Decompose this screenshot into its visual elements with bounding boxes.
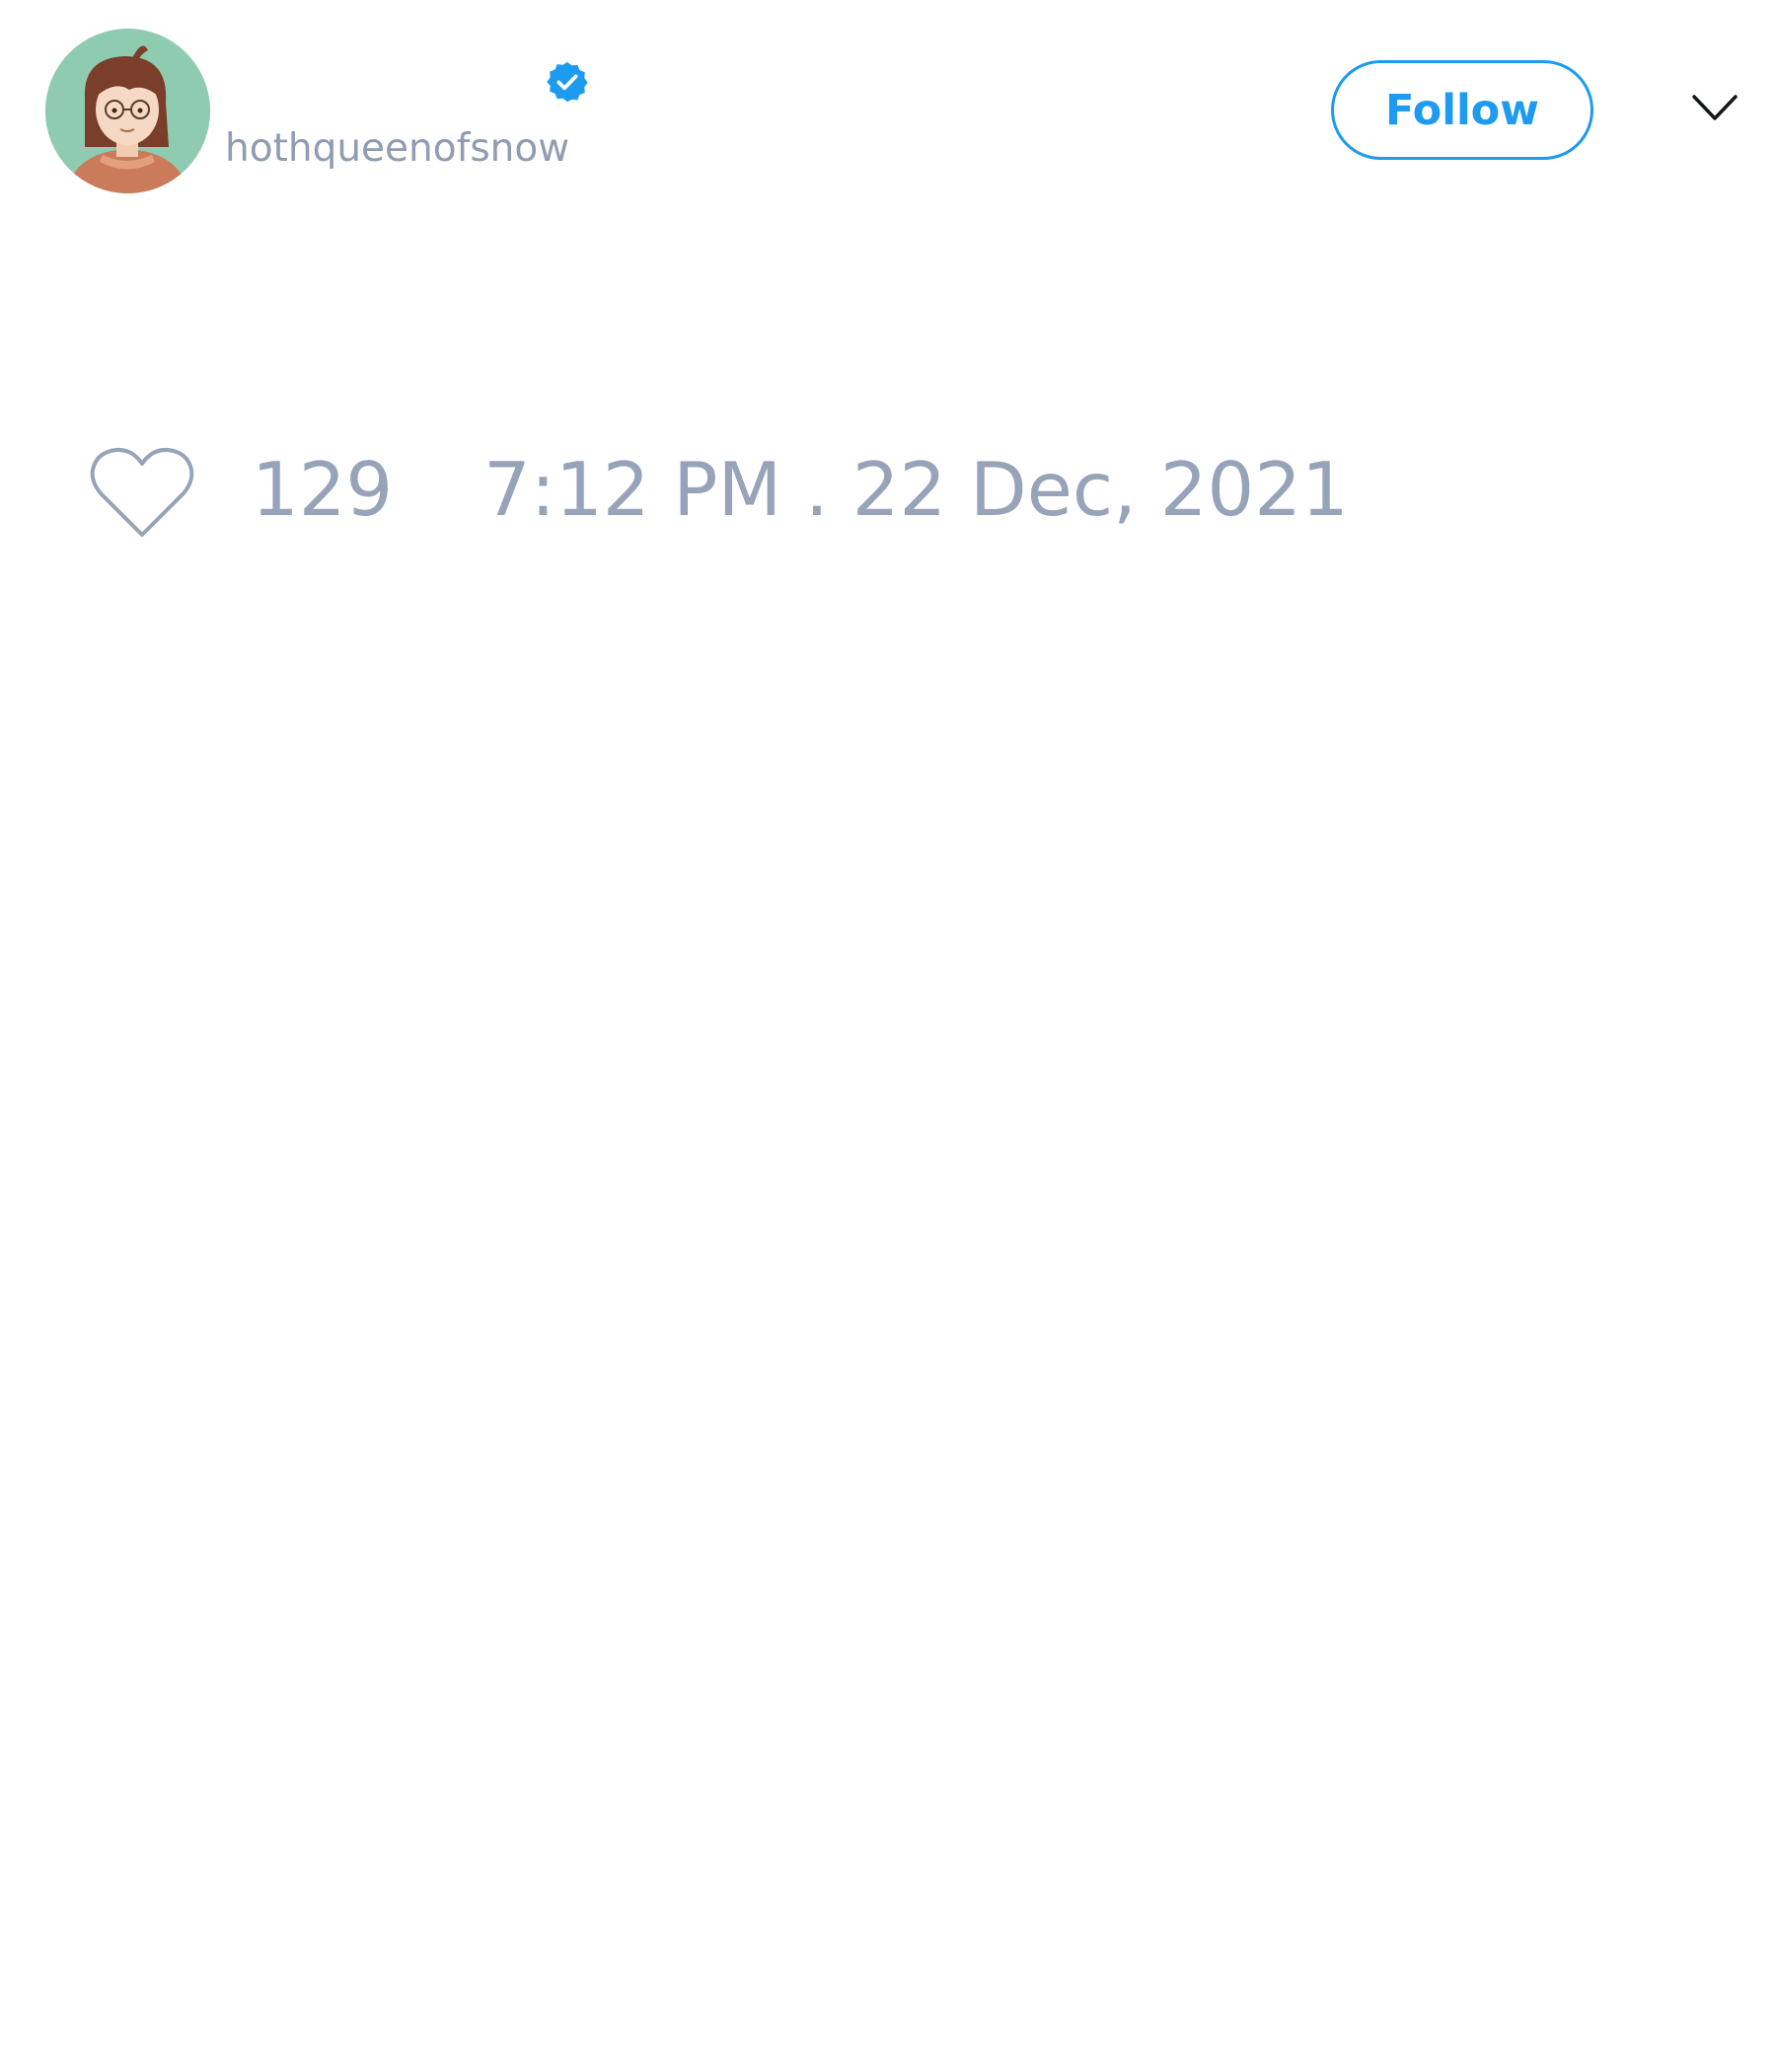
follow-button[interactable]: Follow xyxy=(1331,60,1593,160)
avatar[interactable] xyxy=(45,29,210,193)
chevron-down-icon[interactable] xyxy=(1690,89,1739,128)
verified-badge-icon xyxy=(547,61,588,103)
tweet-timestamp[interactable]: 7:12 PM . 22 Dec, 2021 xyxy=(483,449,1349,531)
heart-outline-icon[interactable] xyxy=(89,446,195,541)
tweet-card: hothqueenofsnow Follow 129 7:12 PM . 22 … xyxy=(0,0,1776,2072)
author-handle[interactable]: hothqueenofsnow xyxy=(225,126,569,171)
like-count: 129 xyxy=(252,446,394,533)
avatar-illustration-icon xyxy=(45,29,210,193)
